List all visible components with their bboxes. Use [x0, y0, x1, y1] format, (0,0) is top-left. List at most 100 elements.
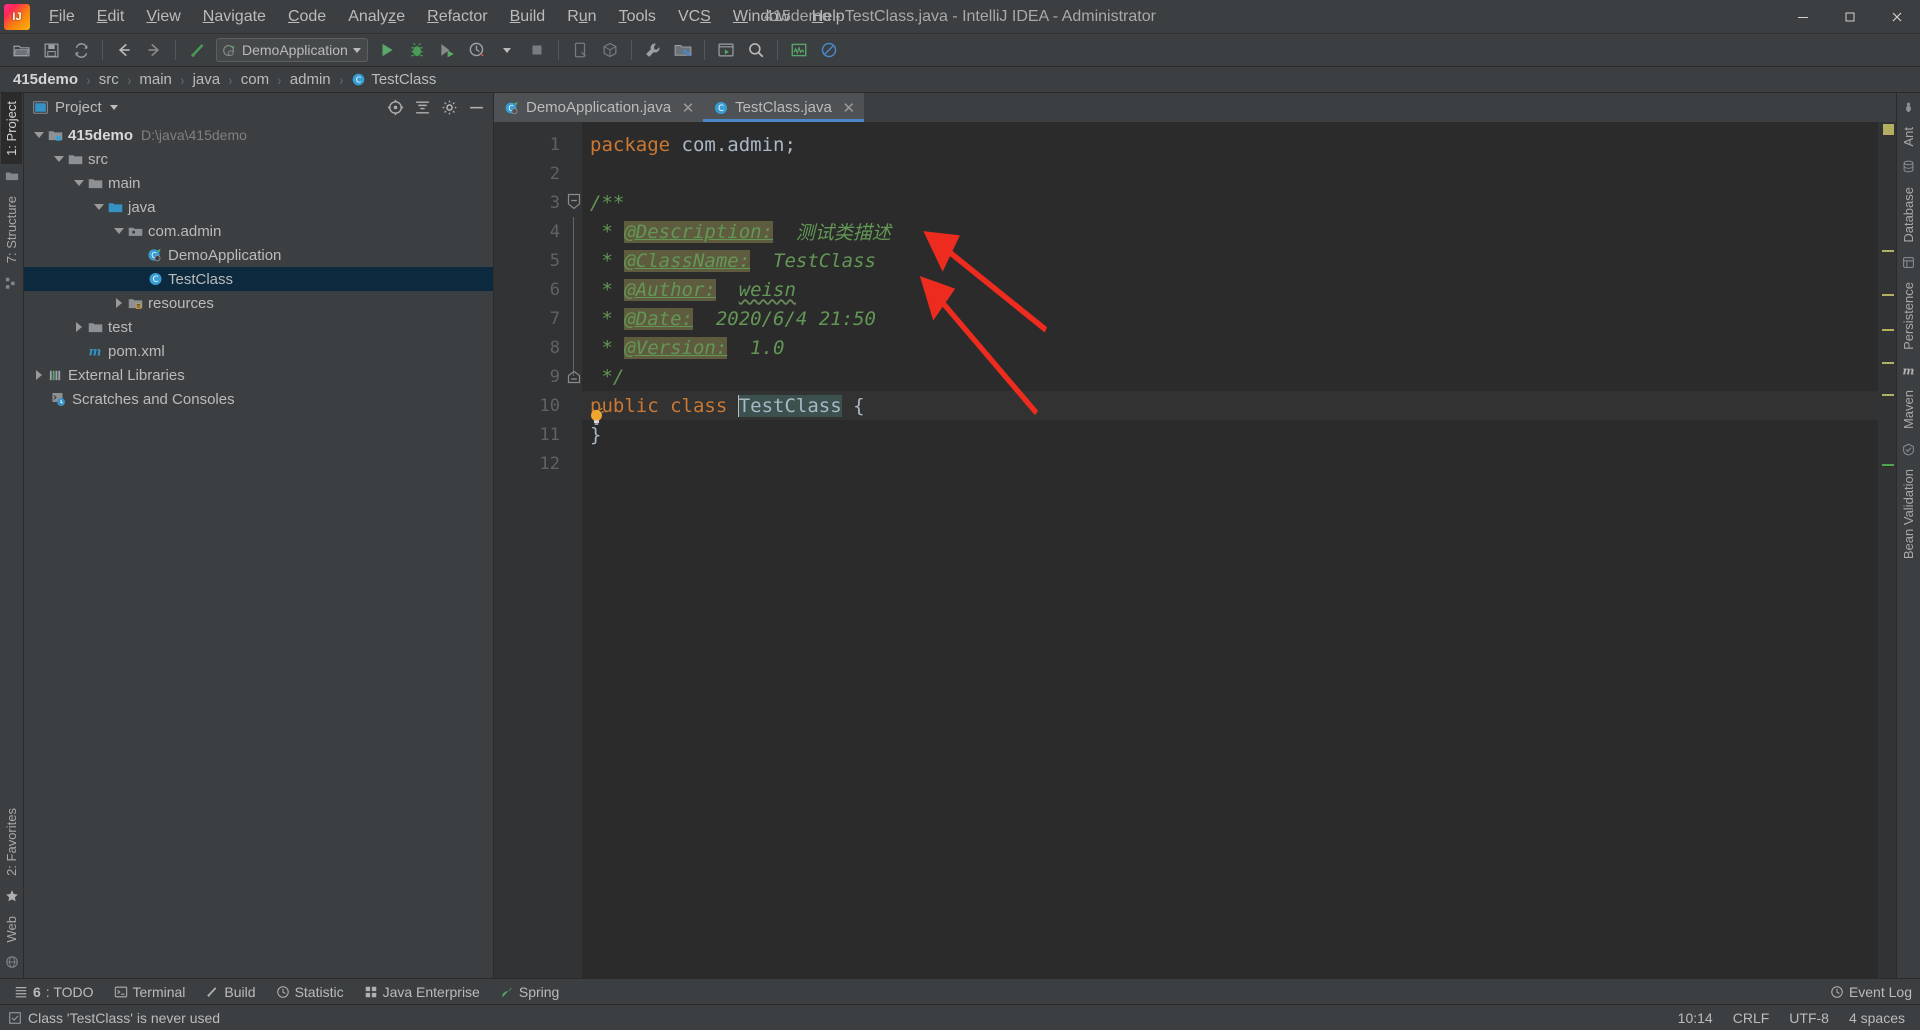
tool-window-tab-structure[interactable]: 7: Structure — [1, 188, 22, 271]
warning-marker[interactable] — [1882, 329, 1894, 331]
tree-node-java[interactable]: java — [24, 195, 493, 219]
editor-gutter[interactable]: 1 2 3 4 5 6 7 8 9 10 11 12 — [494, 122, 585, 978]
warning-marker[interactable] — [1882, 294, 1894, 296]
tool-window-tab-persistence[interactable]: Persistence — [1898, 274, 1919, 358]
run-configuration-selector[interactable]: DemoApplication — [216, 38, 368, 62]
memory-indicator-icon[interactable] — [786, 37, 812, 63]
chevron-down-icon[interactable] — [352, 47, 361, 53]
breadcrumb-item-admin[interactable]: admin — [287, 70, 334, 89]
tool-window-tab-database[interactable]: Database — [1898, 179, 1919, 251]
code-editor[interactable]: 1 2 3 4 5 6 7 8 9 10 11 12 package com.a… — [494, 122, 1896, 978]
menu-analyze[interactable]: Analyze — [337, 4, 416, 30]
chevron-down-icon[interactable] — [109, 104, 118, 110]
menu-file[interactable]: File — [38, 4, 86, 30]
minimize-button[interactable] — [1779, 0, 1826, 34]
indent-setting[interactable]: 4 spaces — [1842, 1008, 1912, 1028]
inspection-status-indicator[interactable] — [1883, 124, 1894, 135]
tree-node-415demo[interactable]: 415demo D:\java\415demo — [24, 123, 493, 147]
menu-view[interactable]: View — [135, 4, 191, 30]
run-anything-icon[interactable] — [713, 37, 739, 63]
persistence-icon[interactable] — [1901, 254, 1917, 270]
tool-window-tab-project[interactable]: 1: Project — [1, 93, 22, 164]
fold-collapse-icon[interactable] — [566, 188, 582, 217]
tree-node-external-libraries[interactable]: External Libraries — [24, 363, 493, 387]
line-separator[interactable]: CRLF — [1726, 1008, 1777, 1028]
tree-node-scratches-and-consoles[interactable]: Scratches and Consoles — [24, 387, 493, 411]
tree-node-test[interactable]: test — [24, 315, 493, 339]
tool-window-tab-ant[interactable]: Ant — [1898, 119, 1919, 155]
info-marker[interactable] — [1882, 464, 1894, 466]
structure-icon[interactable] — [4, 275, 20, 291]
project-tree[interactable]: 415demo D:\java\415demo src main java co… — [24, 121, 493, 978]
menu-window[interactable]: Window — [722, 4, 801, 30]
editor-tab-testclass[interactable]: C TestClass.java ✕ — [703, 93, 864, 122]
menu-build[interactable]: Build — [499, 4, 557, 30]
menu-refactor[interactable]: Refactor — [416, 4, 498, 30]
no-entry-circle-icon[interactable] — [816, 37, 842, 63]
build-hammer-icon[interactable] — [184, 37, 210, 63]
tool-window-tab-web[interactable]: Web — [1, 908, 22, 951]
save-all-icon[interactable] — [38, 37, 64, 63]
run-with-coverage-icon[interactable] — [434, 37, 460, 63]
close-button[interactable] — [1873, 0, 1920, 34]
tree-node-src[interactable]: src — [24, 147, 493, 171]
close-icon[interactable]: ✕ — [842, 99, 856, 117]
collapse-all-icon[interactable] — [411, 96, 433, 118]
file-encoding[interactable]: UTF-8 — [1782, 1008, 1836, 1028]
maximize-button[interactable] — [1826, 0, 1873, 34]
ant-icon[interactable] — [1901, 99, 1917, 115]
breadcrumb-item-project[interactable]: 415demo — [10, 70, 81, 89]
code-text-area[interactable]: package com.admin; /** * @Description: 测… — [582, 122, 1878, 978]
breadcrumb-item-main[interactable]: main — [136, 70, 175, 89]
stop-square-icon[interactable] — [524, 37, 550, 63]
debug-bug-icon[interactable] — [404, 37, 430, 63]
package-cube-icon[interactable] — [597, 37, 623, 63]
editor-fold-column[interactable] — [566, 122, 582, 978]
menu-edit[interactable]: Edit — [86, 4, 136, 30]
project-structure-icon[interactable] — [670, 37, 696, 63]
caret-position[interactable]: 10:14 — [1671, 1008, 1720, 1028]
breadcrumb-item-com[interactable]: com — [238, 70, 272, 89]
menu-run[interactable]: Run — [556, 4, 607, 30]
project-folder-icon[interactable] — [4, 168, 20, 184]
wrench-settings-icon[interactable] — [640, 37, 666, 63]
menu-vcs[interactable]: VCS — [667, 4, 722, 30]
close-icon[interactable]: ✕ — [681, 99, 695, 117]
menu-navigate[interactable]: Navigate — [192, 4, 277, 30]
tool-window-tab-favorites[interactable]: 2: Favorites — [1, 800, 22, 884]
fold-end-icon[interactable] — [566, 362, 582, 391]
tool-window-button-terminal[interactable]: Terminal — [106, 982, 194, 1002]
tool-window-button-spring[interactable]: Spring — [492, 982, 567, 1002]
navigate-forward-icon[interactable] — [141, 37, 167, 63]
breadcrumb-item-java[interactable]: java — [190, 70, 224, 89]
device-manager-icon[interactable] — [567, 37, 593, 63]
hide-minus-icon[interactable] — [465, 96, 487, 118]
chevron-right-icon[interactable] — [72, 320, 86, 334]
breadcrumb-item-src[interactable]: src — [96, 70, 122, 89]
chevron-down-icon[interactable] — [92, 200, 106, 214]
editor-marker-bar[interactable] — [1878, 122, 1896, 978]
warning-marker[interactable] — [1882, 250, 1894, 252]
maven-m-icon[interactable]: m — [1901, 362, 1917, 378]
tree-node-pom-xml[interactable]: m pom.xml — [24, 339, 493, 363]
chevron-down-icon[interactable] — [112, 224, 126, 238]
tool-window-tab-bean-validation[interactable]: Bean Validation — [1898, 461, 1919, 567]
tree-node-com-admin[interactable]: com.admin — [24, 219, 493, 243]
tool-window-button-todo[interactable]: 6: TODO — [6, 982, 102, 1002]
warning-marker[interactable] — [1882, 394, 1894, 396]
breadcrumb-item-testclass[interactable]: C TestClass — [348, 70, 439, 89]
tree-node-testclass[interactable]: C TestClass — [24, 267, 493, 291]
profiler-dropdown-caret-icon[interactable] — [494, 37, 520, 63]
tool-window-tab-maven[interactable]: Maven — [1898, 382, 1919, 437]
chevron-right-icon[interactable] — [112, 296, 126, 310]
folder-open-icon[interactable] — [8, 37, 34, 63]
editor-tab-demoapplication[interactable]: C DemoApplication.java ✕ — [494, 93, 704, 122]
web-globe-icon[interactable] — [4, 954, 20, 970]
menu-code[interactable]: Code — [277, 4, 337, 30]
chevron-down-icon[interactable] — [52, 152, 66, 166]
chevron-down-icon[interactable] — [72, 176, 86, 190]
database-icon[interactable] — [1901, 159, 1917, 175]
tree-node-demoapplication[interactable]: C DemoApplication — [24, 243, 493, 267]
profiler-clock-icon[interactable] — [464, 37, 490, 63]
gear-icon[interactable] — [438, 96, 460, 118]
